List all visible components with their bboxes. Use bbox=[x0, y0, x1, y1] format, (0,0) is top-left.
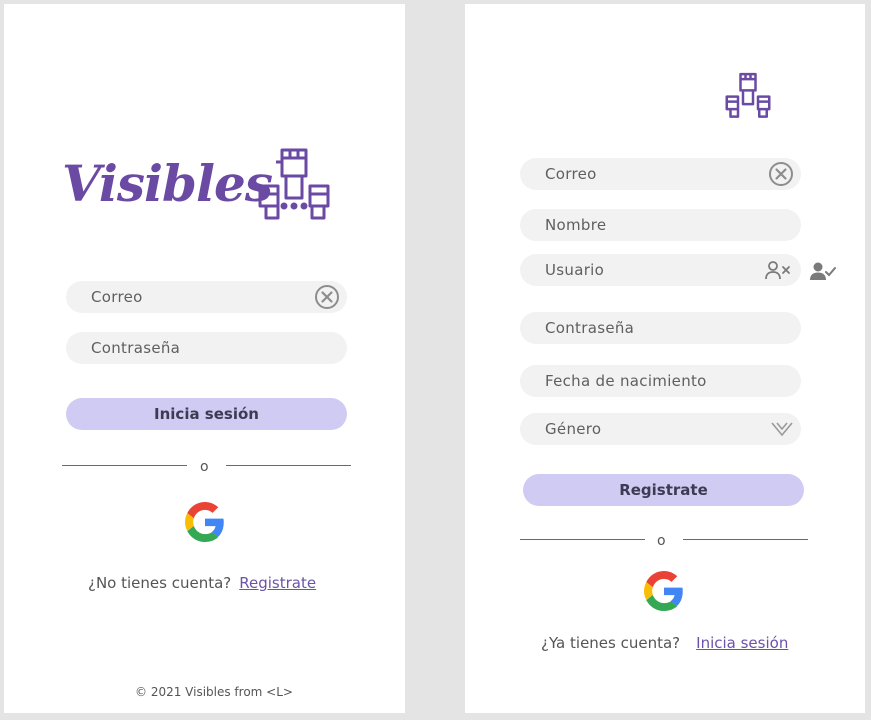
name-placeholder: Nombre bbox=[545, 216, 607, 234]
signup-link[interactable]: Registrate bbox=[239, 574, 316, 592]
clear-circle-x-icon[interactable] bbox=[314, 284, 340, 310]
signup-prompt-text: ¿No tienes cuenta? bbox=[88, 574, 232, 592]
or-separator: o bbox=[200, 459, 209, 475]
user-check-icon bbox=[810, 261, 836, 281]
google-icon[interactable] bbox=[185, 502, 225, 542]
google-icon[interactable] bbox=[644, 571, 684, 611]
gender-placeholder: Género bbox=[545, 420, 602, 438]
divider-right bbox=[683, 539, 808, 540]
password-field[interactable]: Contraseña bbox=[520, 312, 801, 344]
password-placeholder: Contraseña bbox=[91, 339, 181, 357]
register-screen: Correo Nombre Usuario Contraseña Fecha d… bbox=[465, 4, 865, 713]
chevron-down-icon[interactable] bbox=[771, 421, 793, 437]
clear-circle-x-icon[interactable] bbox=[768, 161, 794, 187]
name-field[interactable]: Nombre bbox=[520, 209, 801, 241]
login-button[interactable]: Inicia sesión bbox=[66, 398, 347, 430]
login-screen: Visibles Correo Contraseña Inicia sesión… bbox=[4, 4, 405, 713]
brand-logo-text: Visibles bbox=[62, 154, 273, 213]
email-field[interactable]: Correo bbox=[520, 158, 801, 190]
email-placeholder: Correo bbox=[91, 288, 143, 306]
password-placeholder: Contraseña bbox=[545, 319, 635, 337]
footer-copyright: © 2021 Visibles from <L> bbox=[135, 685, 293, 699]
birthdate-placeholder: Fecha de nacimiento bbox=[545, 372, 707, 390]
username-placeholder: Usuario bbox=[545, 261, 605, 279]
user-x-icon bbox=[765, 260, 791, 280]
raised-fists-icon bbox=[254, 146, 334, 221]
login-link[interactable]: Inicia sesión bbox=[696, 634, 788, 652]
email-placeholder: Correo bbox=[545, 165, 597, 183]
divider-left bbox=[520, 539, 645, 540]
or-separator: o bbox=[657, 533, 666, 549]
email-field[interactable]: Correo bbox=[66, 281, 347, 313]
raised-fists-icon bbox=[723, 70, 773, 120]
birthdate-field[interactable]: Fecha de nacimiento bbox=[520, 365, 801, 397]
gender-select[interactable]: Género bbox=[520, 413, 801, 445]
signup-prompt: ¿No tienes cuenta? Registrate bbox=[88, 574, 316, 592]
password-field[interactable]: Contraseña bbox=[66, 332, 347, 364]
login-prompt-text: ¿Ya tienes cuenta? bbox=[541, 634, 681, 652]
divider-right bbox=[226, 465, 351, 466]
register-button[interactable]: Registrate bbox=[523, 474, 804, 506]
divider-left bbox=[62, 465, 187, 466]
login-prompt: ¿Ya tienes cuenta? Inicia sesión bbox=[541, 634, 788, 652]
username-field[interactable]: Usuario bbox=[520, 254, 801, 286]
